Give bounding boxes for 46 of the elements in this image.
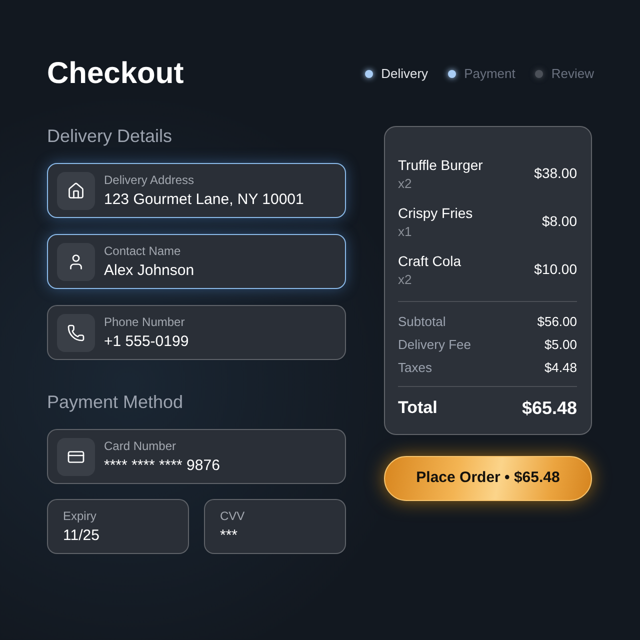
phone-icon bbox=[57, 314, 95, 352]
field-label: CVV bbox=[220, 508, 245, 524]
phone-number-field[interactable]: Phone Number +1 555-0199 bbox=[47, 305, 346, 360]
field-value: 123 Gourmet Lane, NY 10001 bbox=[104, 190, 304, 210]
field-label: Contact Name bbox=[104, 242, 182, 258]
section-heading: Delivery Details bbox=[47, 125, 174, 148]
field-value: *** bbox=[220, 526, 239, 546]
item-quantity: x2 bbox=[398, 271, 413, 289]
item-name: Crispy Fries bbox=[398, 204, 473, 223]
house-icon bbox=[57, 172, 95, 210]
summary-value: $56.00 bbox=[537, 313, 577, 331]
card-number-field[interactable]: Card Number **** **** **** 9876 bbox=[47, 429, 346, 484]
step-label[interactable]: Payment bbox=[464, 65, 516, 83]
summary-label: Subtotal bbox=[398, 313, 446, 331]
item-quantity: x1 bbox=[398, 223, 413, 241]
field-value: 11/25 bbox=[63, 526, 100, 546]
field-label: Expiry bbox=[63, 508, 98, 524]
summary-value: $4.48 bbox=[544, 359, 577, 377]
field-value: Alex Johnson bbox=[104, 260, 194, 280]
total-label: Total bbox=[398, 397, 438, 419]
field-label: Card Number bbox=[104, 438, 178, 454]
summary-label: Taxes bbox=[398, 359, 432, 377]
item-name: Truffle Burger bbox=[398, 156, 483, 175]
summary-value: $5.00 bbox=[544, 336, 577, 354]
field-label: Delivery Address bbox=[104, 172, 196, 188]
item-price: $8.00 bbox=[542, 212, 577, 230]
cvv-field[interactable]: CVV *** bbox=[204, 499, 346, 554]
item-name: Craft Cola bbox=[398, 252, 462, 271]
step-label[interactable]: Review bbox=[551, 65, 594, 83]
field-value: +1 555-0199 bbox=[104, 332, 189, 352]
place-order-button[interactable]: Place Order • $65.48 bbox=[384, 456, 592, 501]
field-label: Phone Number bbox=[104, 314, 186, 330]
section-heading: Payment Method bbox=[47, 391, 184, 414]
summary-label: Delivery Fee bbox=[398, 336, 471, 354]
page-title: Checkout bbox=[47, 56, 184, 92]
item-price: $38.00 bbox=[534, 164, 577, 182]
expiry-field[interactable]: Expiry 11/25 bbox=[47, 499, 189, 554]
field-value: **** **** **** 9876 bbox=[104, 456, 220, 476]
item-price: $10.00 bbox=[534, 260, 577, 278]
total-value: $65.48 bbox=[522, 397, 577, 419]
credit-card-icon bbox=[57, 438, 95, 476]
step-label[interactable]: Delivery bbox=[381, 65, 428, 83]
delivery-address-field[interactable]: Delivery Address 123 Gourmet Lane, NY 10001 bbox=[47, 163, 346, 218]
item-quantity: x2 bbox=[398, 175, 413, 193]
person-icon bbox=[57, 242, 95, 280]
contact-name-field[interactable]: Contact Name Alex Johnson bbox=[47, 234, 346, 289]
